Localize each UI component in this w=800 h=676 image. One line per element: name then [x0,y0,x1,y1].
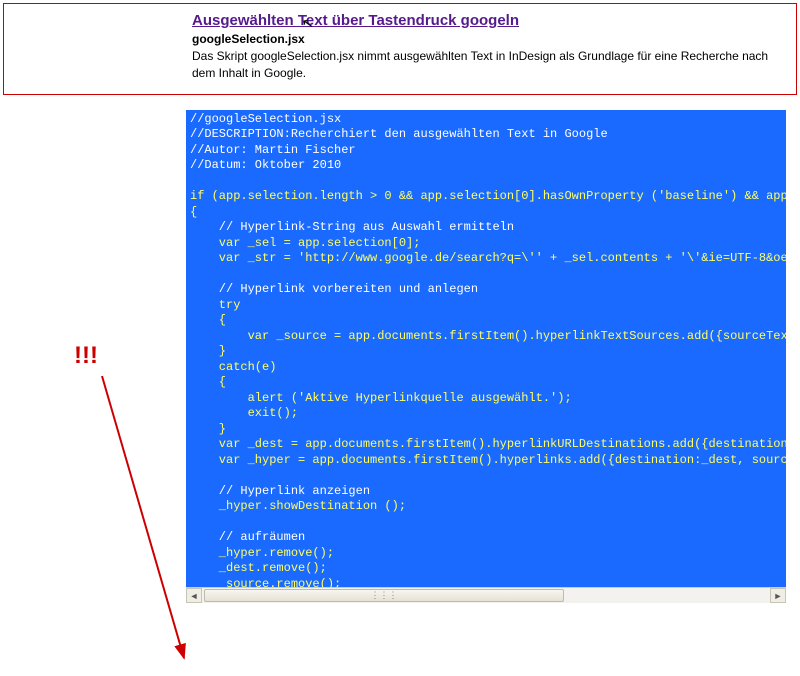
code-line: var _source = app.documents.firstItem().… [190,329,786,343]
code-line: alert ('Aktive Hyperlinkquelle ausgewähl… [190,391,572,405]
code-line: var _str = 'http://www.google.de/search?… [190,251,786,265]
code-comment-line: // Hyperlink anzeigen [190,484,370,498]
code-line: try [190,298,240,312]
code-block[interactable]: //googleSelection.jsx //DESCRIPTION:Rech… [186,110,786,587]
code-line: { [190,375,226,389]
code-comment-line: //googleSelection.jsx [190,112,341,126]
scroll-left-button[interactable]: ◄ [186,588,202,603]
result-header: Ausgewählten Text über Tastendruck googe… [3,3,797,95]
annotation-marker: !!! [74,342,98,370]
body-area: !!! //googleSelection.jsx //DESCRIPTION:… [0,98,800,587]
code-line: } [190,344,226,358]
result-title-link[interactable]: Ausgewählten Text über Tastendruck googe… [192,12,519,29]
arrow-icon [90,376,200,676]
code-line: _dest.remove(); [190,561,327,575]
horizontal-scrollbar[interactable]: ◄ ⋮⋮⋮ ► [186,587,786,603]
code-line: catch(e) [190,360,276,374]
code-line: if (app.selection.length > 0 && app.sele… [190,189,786,203]
code-line: var _sel = app.selection[0]; [190,236,420,250]
code-comment-line: //Autor: Martin Fischer [190,143,356,157]
code-comment-line: //Datum: Oktober 2010 [190,158,341,172]
scrollbar-thumb[interactable]: ⋮⋮⋮ [204,589,564,602]
code-line: { [190,205,197,219]
code-line: _source.remove(); [190,577,341,587]
code-comment-line: // Hyperlink vorbereiten und anlegen [190,282,478,296]
code-line: _hyper.remove(); [190,546,334,560]
scroll-right-button[interactable]: ► [770,588,786,603]
code-line: var _hyper = app.documents.firstItem().h… [190,453,786,467]
result-filename: googleSelection.jsx [192,32,784,46]
code-line: _hyper.showDestination (); [190,499,406,513]
result-description: Das Skript googleSelection.jsx nimmt aus… [192,48,784,82]
code-line: } [190,422,226,436]
scrollbar-track[interactable]: ⋮⋮⋮ [202,588,770,603]
code-comment-line: // aufräumen [190,530,305,544]
code-comment-line: // Hyperlink-String aus Auswahl ermittel… [190,220,514,234]
code-line: exit(); [190,406,298,420]
code-line: var _dest = app.documents.firstItem().hy… [190,437,786,451]
code-line: { [190,313,226,327]
code-comment-line: //DESCRIPTION:Recherchiert den ausgewähl… [190,127,608,141]
